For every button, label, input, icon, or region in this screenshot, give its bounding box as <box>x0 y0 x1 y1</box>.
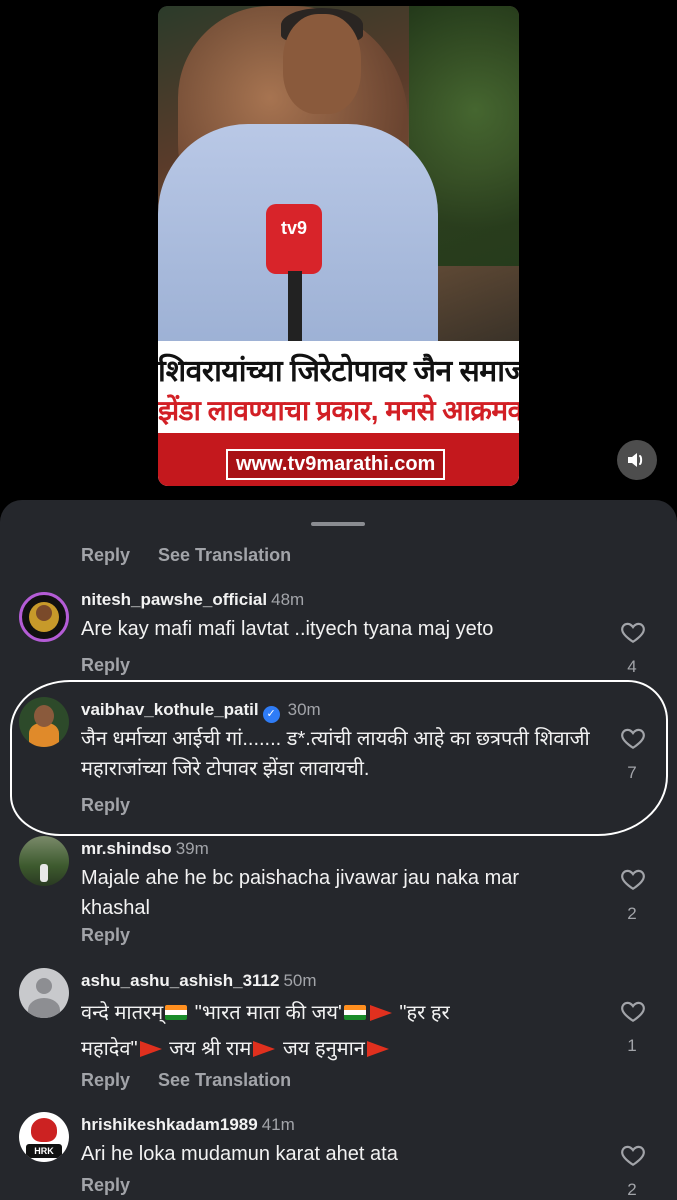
comment-header: vaibhav_kothule_patil ✓ 30m <box>81 700 321 723</box>
avatar[interactable]: HRK <box>19 1112 69 1162</box>
username[interactable]: nitesh_pawshe_official <box>81 590 267 609</box>
tv9-mic-logo: tv9 <box>266 204 322 274</box>
saffron-flag-icon <box>366 1041 389 1057</box>
comment-text: जैन धर्माच्या आईची गां....... ड*.त्यांची… <box>81 728 590 780</box>
see-translation-button[interactable]: See Translation <box>158 545 291 566</box>
reply-button[interactable]: Reply <box>81 925 130 946</box>
timestamp: 50m <box>283 971 317 990</box>
heart-icon[interactable] <box>620 866 646 892</box>
heart-icon[interactable] <box>620 998 646 1024</box>
heart-icon[interactable] <box>620 1142 646 1168</box>
mute-button[interactable] <box>617 440 657 480</box>
mic-handle <box>288 271 302 341</box>
avatar[interactable] <box>19 592 69 642</box>
avatar[interactable] <box>19 836 69 886</box>
text-fragment: "हर हर <box>393 1002 450 1024</box>
username[interactable]: mr.shindso <box>81 839 172 858</box>
text-fragment: महादेव" <box>81 1038 138 1060</box>
username[interactable]: hrishikeshkadam1989 <box>81 1115 258 1134</box>
timestamp: 48m <box>271 590 305 609</box>
comment-actions: Reply <box>81 655 130 676</box>
comment-actions: Reply See Translation <box>81 1070 291 1091</box>
comment-text: वन्दे मातरम् "भारत माता की जय' "हर हर मह… <box>81 995 601 1067</box>
banner-headline-2: झेंडा लावण्याचा प्रकार, मनसे आक्रमक <box>158 395 519 426</box>
comment-actions: Reply <box>81 925 130 946</box>
verified-icon: ✓ <box>262 706 280 723</box>
banner-url: www.tv9marathi.com <box>226 449 446 480</box>
banner-headline-1: शिवरायांच्या जिरेटोपावर जैन समाजाचा <box>158 355 519 388</box>
default-avatar[interactable] <box>19 968 69 1018</box>
timestamp: 41m <box>261 1115 295 1134</box>
comment-header: mr.shindso 39m <box>81 839 209 859</box>
like-count: 7 <box>627 763 637 782</box>
username[interactable]: ashu_ashu_ashish_3112 <box>81 971 279 990</box>
text-fragment: जय श्री राम <box>163 1038 252 1060</box>
india-flag-icon <box>165 1005 188 1020</box>
saffron-flag-icon <box>253 1041 276 1057</box>
comment-actions: Reply <box>81 1175 130 1196</box>
sheet-grabber[interactable] <box>311 522 365 526</box>
avatar-logo-text: HRK <box>26 1144 62 1158</box>
comment-text: Are kay mafi mafi lavtat ..ityech tyana … <box>81 618 494 640</box>
reporter-head <box>283 14 361 114</box>
news-banner: शिवरायांच्या जिरेटोपावर जैन समाजाचा झेंड… <box>158 341 519 486</box>
comment-header: nitesh_pawshe_official 48m <box>81 590 304 610</box>
comment-header: ashu_ashu_ashish_3112 50m <box>81 971 317 991</box>
video-player[interactable]: tv9 शिवरायांच्या जिरेटोपावर जैन समाजाचा … <box>0 0 677 505</box>
speaker-icon <box>628 453 643 467</box>
like-count: 2 <box>627 1180 637 1199</box>
like-count: 2 <box>627 904 637 923</box>
comment-text: Majale ahe he bc paishacha jivawar jau n… <box>81 867 520 919</box>
timestamp: 30m <box>287 700 321 719</box>
video-frame[interactable]: tv9 शिवरायांच्या जिरेटोपावर जैन समाजाचा … <box>158 6 519 486</box>
prev-comment-actions: Reply See Translation <box>81 545 291 566</box>
timestamp: 39m <box>175 839 209 858</box>
like-count: 1 <box>627 1036 637 1055</box>
username[interactable]: vaibhav_kothule_patil <box>81 700 259 719</box>
comment-actions: Reply <box>81 795 130 816</box>
comment-text: Ari he loka mudamun karat ahet ata <box>81 1143 398 1165</box>
text-fragment: वन्दे मातरम् <box>81 1002 164 1024</box>
heart-icon[interactable] <box>620 619 646 645</box>
saffron-flag-icon <box>139 1041 162 1057</box>
comment-header: hrishikeshkadam1989 41m <box>81 1115 295 1135</box>
video-scene: tv9 <box>158 6 519 354</box>
avatar[interactable] <box>19 697 69 747</box>
heart-icon[interactable] <box>620 725 646 751</box>
reply-button[interactable]: Reply <box>81 655 130 676</box>
text-fragment: "भारत माता की जय' <box>189 1002 342 1024</box>
saffron-flag-icon <box>369 1005 392 1021</box>
india-flag-icon <box>343 1005 366 1020</box>
text-fragment: जय हनुमान <box>277 1038 365 1060</box>
reply-button[interactable]: Reply <box>81 545 130 566</box>
see-translation-button[interactable]: See Translation <box>158 1070 291 1091</box>
reply-button[interactable]: Reply <box>81 1070 130 1091</box>
reply-button[interactable]: Reply <box>81 1175 130 1196</box>
reply-button[interactable]: Reply <box>81 795 130 816</box>
like-count: 4 <box>627 657 637 676</box>
